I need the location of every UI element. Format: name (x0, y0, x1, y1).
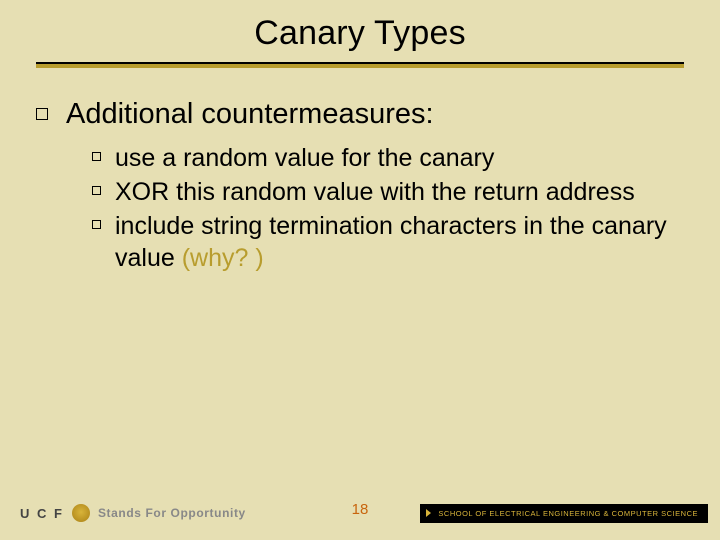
list-item: include string termination characters in… (92, 210, 684, 274)
content-area: Additional countermeasures: use a random… (36, 96, 684, 276)
list-item: XOR this random value with the return ad… (92, 176, 684, 208)
list-item: use a random value for the canary (92, 142, 684, 174)
sub-list: use a random value for the canary XOR th… (92, 142, 684, 274)
ucf-tagline: Stands For Opportunity (98, 506, 246, 520)
bullet-why: (why? ) (175, 244, 264, 272)
heading-text: Additional countermeasures: (66, 96, 434, 132)
footer-left: U C F Stands For Opportunity (20, 504, 246, 522)
square-bullet-icon (36, 108, 48, 120)
slide: Canary Types Additional countermeasures:… (0, 0, 720, 540)
square-bullet-icon (92, 152, 101, 161)
square-bullet-icon (92, 186, 101, 195)
list-item: Additional countermeasures: (36, 96, 684, 132)
square-bullet-icon (92, 220, 101, 229)
bullet-text: include string termination characters in… (115, 210, 684, 274)
slide-title: Canary Types (0, 14, 720, 53)
bullet-text: use a random value for the canary (115, 142, 494, 174)
pegasus-seal-icon (72, 504, 90, 522)
title-underline-black (36, 62, 684, 64)
footer: U C F Stands For Opportunity SCHOOL OF E… (20, 500, 708, 526)
bullet-text: XOR this random value with the return ad… (115, 176, 635, 208)
school-badge: SCHOOL OF ELECTRICAL ENGINEERING & COMPU… (420, 504, 708, 523)
ucf-wordmark: U C F (20, 506, 64, 521)
